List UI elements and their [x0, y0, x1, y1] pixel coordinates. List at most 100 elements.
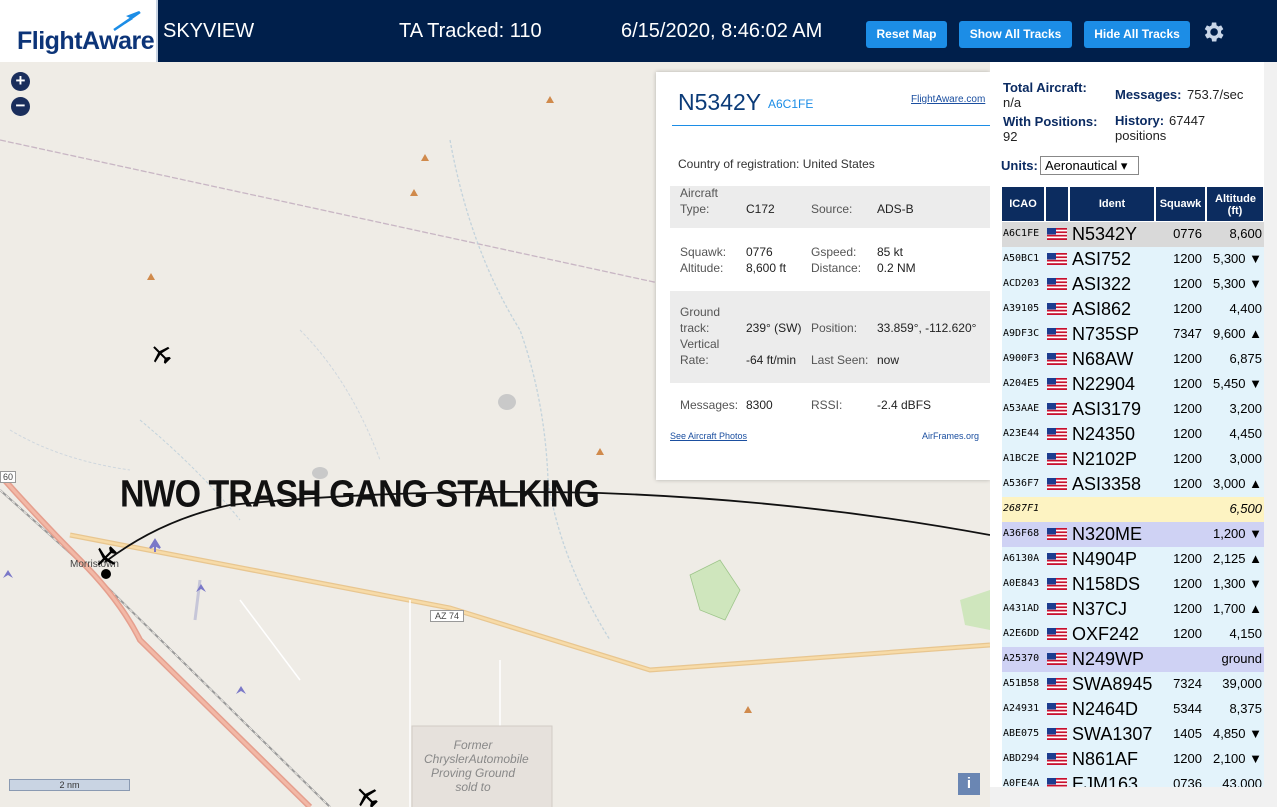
popup-registration: N5342Y [678, 89, 762, 115]
table-row[interactable]: A204E5 N22904 1200 5,450 ▼ [1002, 372, 1264, 397]
vertical-scrollbar[interactable] [1264, 62, 1277, 807]
row-icao: A39105 [1003, 303, 1040, 314]
row-squawk: 0776 [1173, 226, 1202, 241]
table-row[interactable]: A36F68 N320ME 1,200 ▼ [1002, 522, 1264, 547]
table-row[interactable]: ABE075 SWA1307 1405 4,850 ▼ [1002, 722, 1264, 747]
app-title: SKYVIEW [163, 20, 255, 42]
table-row[interactable]: A24931 N2464D 5344 8,375 [1002, 697, 1264, 722]
table-row[interactable]: A51B58 SWA8945 7324 39,000 [1002, 672, 1264, 697]
overlay-annotation: NWO TRASH GANG STALKING [120, 473, 600, 516]
table-row[interactable]: A50BC1 ASI752 1200 5,300 ▼ [1002, 247, 1264, 272]
table-row[interactable]: ACD203 ASI322 1200 5,300 ▼ [1002, 272, 1264, 297]
row-altitude: 4,850 ▼ [1212, 726, 1262, 741]
position-value: 33.859°, -112.620° [877, 321, 977, 335]
zoom-out-button[interactable]: − [11, 97, 30, 116]
table-row[interactable]: A53AAE ASI3179 1200 3,200 [1002, 397, 1264, 422]
us-flag-icon [1047, 278, 1067, 290]
horizontal-scrollbar[interactable] [990, 787, 1264, 807]
row-ident: N861AF [1072, 749, 1139, 769]
row-squawk: 5344 [1173, 701, 1202, 716]
row-icao: A0E843 [1003, 578, 1040, 589]
altitude-value: 8,600 ft [746, 261, 787, 275]
ground-track-value: 239° (SW) [746, 321, 802, 335]
info-button[interactable]: i [958, 773, 980, 795]
us-flag-icon [1047, 378, 1067, 390]
row-ident: N24350 [1072, 424, 1136, 444]
col-icao[interactable]: ICAO [1002, 187, 1044, 221]
row-altitude: 1,200 ▼ [1212, 526, 1262, 541]
row-ident: ASI752 [1072, 249, 1132, 269]
table-row[interactable]: 2687F1 6,500 [1002, 497, 1264, 522]
squawk-value: 0776 [746, 245, 773, 259]
flightaware-logo[interactable]: FlightAware [0, 0, 158, 62]
logo-plane-icon [113, 10, 141, 32]
row-squawk: 1200 [1173, 576, 1202, 591]
row-squawk: 1200 [1173, 351, 1202, 366]
table-row[interactable]: A9DF3C N735SP 7347 9,600 ▲ [1002, 322, 1264, 347]
row-icao: A6130A [1003, 553, 1040, 564]
row-altitude: 3,000 ▲ [1212, 476, 1262, 491]
road-label: AZ 74 [430, 610, 465, 622]
table-row[interactable]: A6130A N4904P 1200 2,125 ▲ [1002, 547, 1264, 572]
show-all-tracks-button[interactable]: Show All Tracks [959, 21, 1072, 48]
table-row[interactable]: A2E6DD OXF242 1200 4,150 [1002, 622, 1264, 647]
row-ident: N158DS [1072, 574, 1141, 594]
aircraft-popup: N5342Y A6C1FE FlightAware.com Country of… [656, 72, 990, 480]
row-squawk: 1200 [1173, 251, 1202, 266]
us-flag-icon [1047, 753, 1067, 765]
position-label: Position: [811, 321, 858, 335]
row-altitude: 5,300 ▼ [1212, 251, 1262, 266]
aircraft-icon[interactable] [150, 343, 172, 365]
zoom-in-button[interactable]: + [11, 72, 30, 91]
messages-label: Messages: [680, 398, 739, 412]
selected-aircraft-icon[interactable] [94, 545, 118, 569]
row-ident: SWA1307 [1072, 724, 1153, 744]
gspeed-value: 85 kt [877, 245, 904, 259]
us-flag-icon [1047, 353, 1067, 365]
hide-all-tracks-button[interactable]: Hide All Tracks [1084, 21, 1190, 48]
col-ident[interactable]: Ident [1070, 187, 1154, 221]
row-altitude: 1,700 ▲ [1212, 601, 1262, 616]
table-row[interactable]: ABD294 N861AF 1200 2,100 ▼ [1002, 747, 1264, 772]
us-flag-icon [1047, 478, 1067, 490]
col-altitude[interactable]: Altitude (ft) [1207, 187, 1263, 221]
table-row[interactable]: A39105 ASI862 1200 4,400 [1002, 297, 1264, 322]
row-altitude: 39,000 [1222, 676, 1262, 691]
us-flag-icon [1047, 628, 1067, 640]
table-row[interactable]: A536F7 ASI3358 1200 3,000 ▲ [1002, 472, 1264, 497]
row-altitude: 2,125 ▲ [1212, 551, 1262, 566]
reset-map-button[interactable]: Reset Map [866, 21, 947, 48]
row-squawk [1155, 522, 1205, 546]
col-flag[interactable] [1046, 187, 1068, 221]
us-flag-icon [1047, 403, 1067, 415]
table-row[interactable]: A23E44 N24350 1200 4,450 [1002, 422, 1264, 447]
row-icao: A36F68 [1003, 528, 1040, 539]
table-row[interactable]: A900F3 N68AW 1200 6,875 [1002, 347, 1264, 372]
table-row[interactable]: A0E843 N158DS 1200 1,300 ▼ [1002, 572, 1264, 597]
gear-icon[interactable] [1200, 19, 1226, 45]
row-squawk: 1200 [1173, 301, 1202, 316]
row-icao: A25370 [1003, 653, 1040, 664]
table-row[interactable]: A6C1FE N5342Y 0776 8,600 [1002, 222, 1264, 247]
source-label: Source: [811, 202, 853, 216]
aircraft-photos-link[interactable]: See Aircraft Photos [670, 431, 747, 441]
table-row[interactable]: A25370 N249WP ground [1002, 647, 1264, 672]
row-ident: N320ME [1072, 524, 1143, 544]
row-icao: A536F7 [1003, 478, 1040, 489]
table-row[interactable]: A431AD N37CJ 1200 1,700 ▲ [1002, 597, 1264, 622]
with-positions-label: With Positions: [1003, 114, 1098, 129]
col-squawk[interactable]: Squawk [1156, 187, 1205, 221]
aircraft-icon[interactable] [355, 785, 379, 807]
us-flag-icon [1047, 678, 1067, 690]
us-flag-icon [1047, 528, 1067, 540]
row-ident: ASI862 [1072, 299, 1132, 319]
row-altitude: 6,500 [1229, 501, 1262, 516]
units-select[interactable]: Aeronautical ▾ [1040, 156, 1139, 175]
popup-icao: A6C1FE [768, 97, 814, 111]
airframes-link[interactable]: AirFrames.org [922, 431, 979, 441]
us-flag-icon [1047, 603, 1067, 615]
row-ident: N37CJ [1072, 599, 1128, 619]
table-row[interactable]: A1BC2E N2102P 1200 3,000 [1002, 447, 1264, 472]
flightaware-link[interactable]: FlightAware.com [911, 94, 985, 105]
distance-label: Distance: [811, 261, 862, 275]
